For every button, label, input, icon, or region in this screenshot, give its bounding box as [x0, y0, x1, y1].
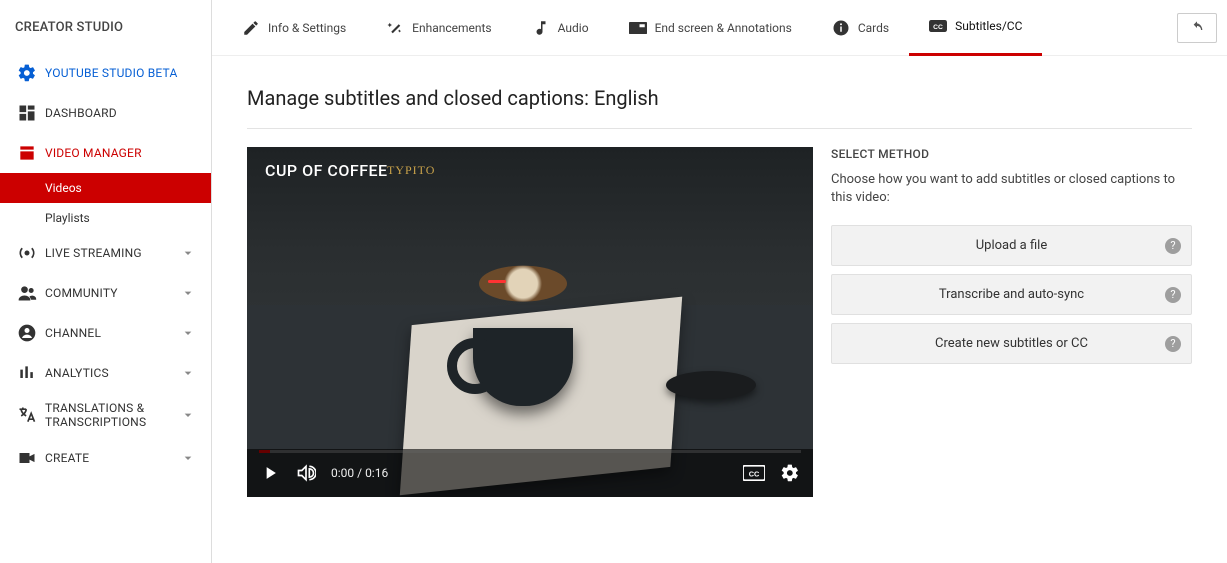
- current-time: 0:00: [331, 466, 354, 480]
- sidebar-item-community[interactable]: COMMUNITY: [0, 273, 211, 313]
- undo-arrow-icon: [1187, 20, 1207, 36]
- chevron-down-icon: [180, 285, 196, 301]
- sidebar-item-video-manager[interactable]: VIDEO MANAGER: [0, 133, 211, 173]
- broadcast-icon: [15, 243, 39, 263]
- tab-info-settings[interactable]: Info & Settings: [222, 0, 366, 56]
- sidebar-item-label: ANALYTICS: [45, 366, 180, 380]
- page-title: Manage subtitles and closed captions: En…: [247, 86, 1192, 129]
- back-button[interactable]: [1177, 13, 1217, 43]
- help-icon[interactable]: ?: [1165, 238, 1181, 254]
- tab-subtitles[interactable]: CC Subtitles/CC: [909, 0, 1042, 56]
- tab-cards[interactable]: Cards: [812, 0, 909, 56]
- method-description: Choose how you want to add subtitles or …: [831, 171, 1192, 207]
- video-overlay-title: CUP OF COFFEE: [265, 161, 388, 180]
- sidebar-subitem-videos[interactable]: Videos: [0, 173, 211, 203]
- volume-button[interactable]: [295, 462, 317, 484]
- dashboard-icon: [15, 103, 39, 123]
- sidebar-item-studio-beta[interactable]: YOUTUBE STUDIO BETA: [0, 53, 211, 93]
- account-icon: [15, 323, 39, 343]
- gear-icon: [15, 63, 39, 83]
- sidebar-item-label: TRANSLATIONS & TRANSCRIPTIONS: [45, 401, 180, 430]
- wand-icon: [386, 19, 404, 37]
- pencil-icon: [242, 19, 260, 37]
- sidebar-title: CREATOR STUDIO: [0, 20, 211, 53]
- sidebar-item-label: CREATE: [45, 451, 180, 465]
- translate-icon: [15, 405, 39, 425]
- sidebar-item-label: CHANNEL: [45, 326, 180, 340]
- option-label: Transcribe and auto-sync: [939, 287, 1084, 302]
- tab-enhancements[interactable]: Enhancements: [366, 0, 512, 56]
- tab-label: Enhancements: [412, 21, 492, 35]
- chevron-down-icon: [180, 407, 196, 423]
- svg-text:CC: CC: [749, 470, 760, 479]
- chevron-down-icon: [180, 365, 196, 381]
- tab-endscreen[interactable]: End screen & Annotations: [609, 0, 812, 56]
- video-watermark: TYPITO: [387, 163, 435, 178]
- sidebar-item-dashboard[interactable]: DASHBOARD: [0, 93, 211, 133]
- option-create-new[interactable]: Create new subtitles or CC ?: [831, 323, 1192, 364]
- chevron-down-icon: [180, 245, 196, 261]
- help-icon[interactable]: ?: [1165, 336, 1181, 352]
- tab-label: Subtitles/CC: [955, 19, 1022, 33]
- sidebar-subitems: Videos Playlists: [0, 173, 211, 233]
- sidebar-item-translations[interactable]: TRANSLATIONS & TRANSCRIPTIONS: [0, 393, 211, 438]
- svg-text:CC: CC: [933, 24, 943, 31]
- film-icon: [15, 143, 39, 163]
- tab-label: Audio: [558, 21, 589, 35]
- sidebar-item-live-streaming[interactable]: LIVE STREAMING: [0, 233, 211, 273]
- option-transcribe-autosync[interactable]: Transcribe and auto-sync ?: [831, 274, 1192, 315]
- play-button[interactable]: [259, 462, 281, 484]
- stats-icon: [15, 363, 39, 383]
- sidebar-subitem-playlists[interactable]: Playlists: [0, 203, 211, 233]
- sidebar-item-label: LIVE STREAMING: [45, 246, 180, 260]
- help-icon[interactable]: ?: [1165, 287, 1181, 303]
- sidebar-item-channel[interactable]: CHANNEL: [0, 313, 211, 353]
- sidebar-item-label: DASHBOARD: [45, 106, 196, 120]
- duration: 0:16: [365, 466, 388, 480]
- method-panel: SELECT METHOD Choose how you want to add…: [831, 147, 1192, 497]
- cc-toggle[interactable]: CC: [743, 462, 765, 484]
- video-player[interactable]: CUP OF COFFEE TYPITO 0:00 / 0: [247, 147, 813, 497]
- settings-button[interactable]: [779, 462, 801, 484]
- tabs-bar: Info & Settings Enhancements Audio End s…: [212, 0, 1227, 56]
- note-icon: [532, 19, 550, 37]
- player-controls: 0:00 / 0:16 CC: [247, 449, 813, 497]
- cc-icon: CC: [929, 17, 947, 35]
- main-area: Info & Settings Enhancements Audio End s…: [212, 0, 1227, 563]
- people-icon: [15, 283, 39, 303]
- sidebar-item-label: VIDEO MANAGER: [45, 146, 196, 160]
- timecode: 0:00 / 0:16: [331, 466, 388, 480]
- tab-label: Info & Settings: [268, 21, 346, 35]
- tab-label: End screen & Annotations: [655, 21, 792, 35]
- sidebar-item-create[interactable]: CREATE: [0, 438, 211, 478]
- sidebar: CREATOR STUDIO YOUTUBE STUDIO BETA DASHB…: [0, 0, 212, 563]
- content: Manage subtitles and closed captions: En…: [212, 56, 1227, 527]
- info-icon: [832, 19, 850, 37]
- option-label: Upload a file: [976, 238, 1048, 253]
- option-upload-file[interactable]: Upload a file ?: [831, 225, 1192, 266]
- method-title: SELECT METHOD: [831, 147, 1192, 161]
- chevron-down-icon: [180, 325, 196, 341]
- tab-audio[interactable]: Audio: [512, 0, 609, 56]
- sidebar-item-analytics[interactable]: ANALYTICS: [0, 353, 211, 393]
- sidebar-item-label: YOUTUBE STUDIO BETA: [45, 66, 196, 80]
- endscreen-icon: [629, 19, 647, 37]
- camera-icon: [15, 448, 39, 468]
- option-label: Create new subtitles or CC: [935, 336, 1088, 351]
- tab-label: Cards: [858, 21, 889, 35]
- video-frame: [247, 147, 813, 497]
- sidebar-item-label: COMMUNITY: [45, 286, 180, 300]
- chevron-down-icon: [180, 450, 196, 466]
